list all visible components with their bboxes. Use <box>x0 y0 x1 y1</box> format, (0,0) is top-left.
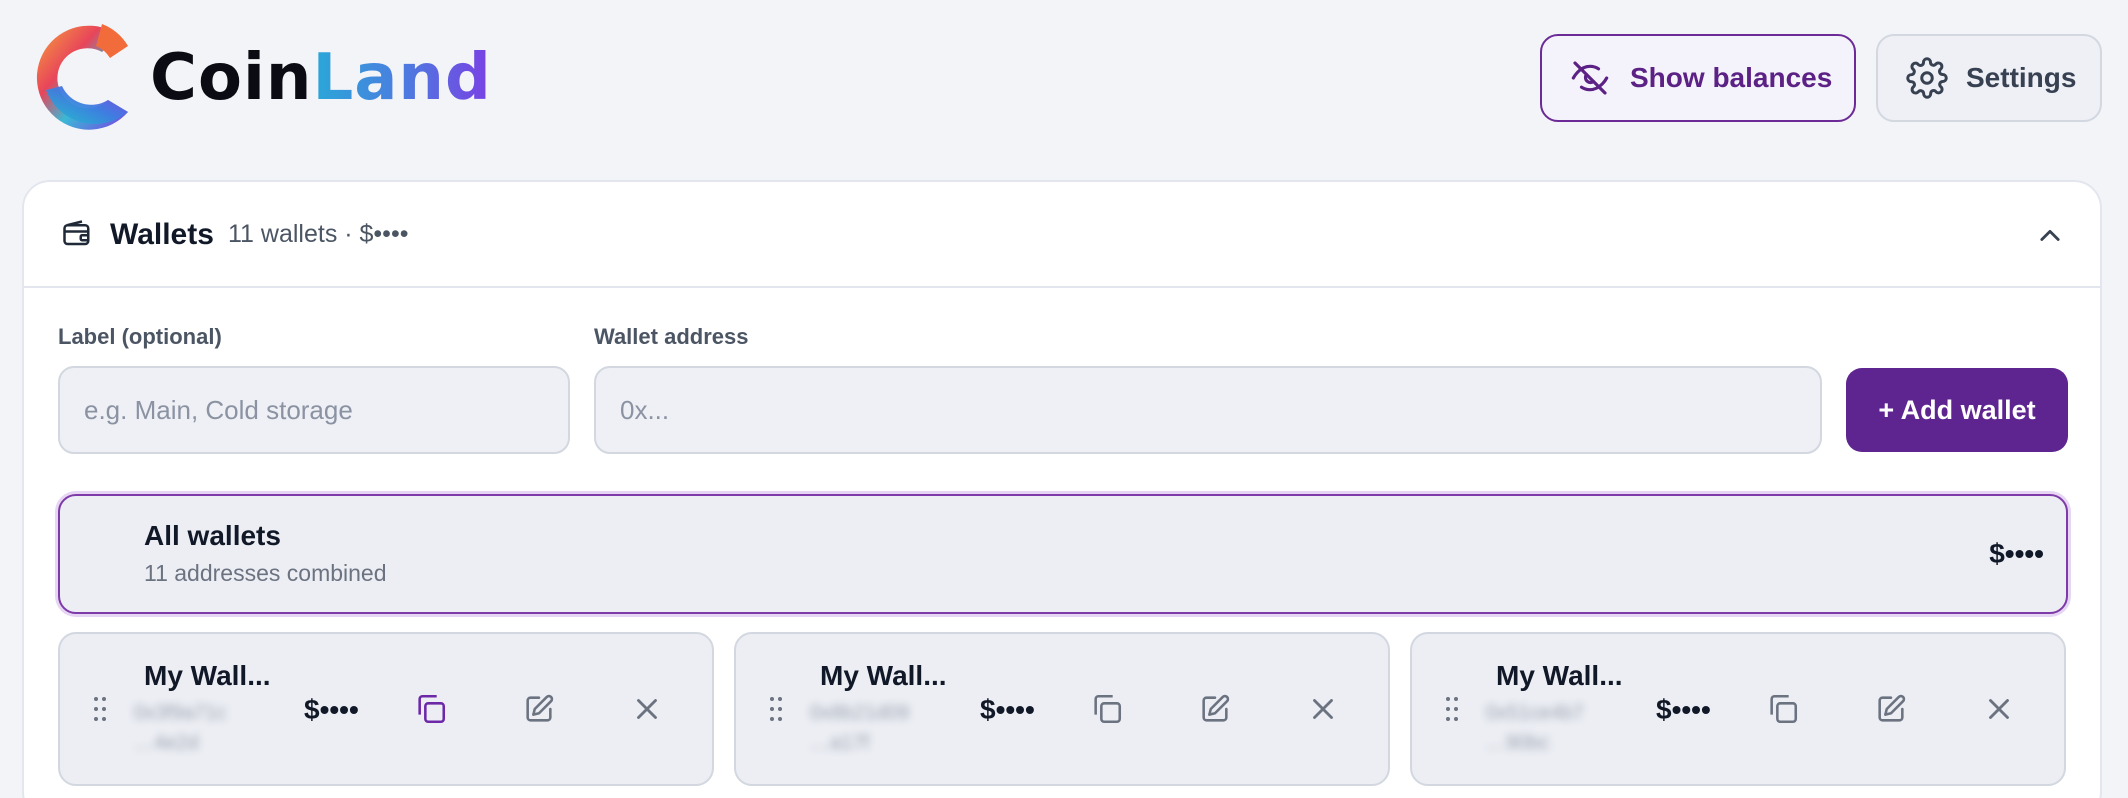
drag-handle-icon[interactable] <box>768 696 784 722</box>
chevron-up-icon[interactable] <box>2036 222 2064 250</box>
eye-off-icon <box>1571 61 1609 95</box>
header: CoinLand Show balances Settings <box>0 0 2128 160</box>
wallet-address-line-1: 0x8b21d09 <box>810 702 909 724</box>
label-field-label: Label (optional) <box>58 324 222 349</box>
wallet-balance: $•••• <box>980 694 1035 725</box>
copy-icon[interactable] <box>1090 692 1124 726</box>
wallet-address: 0x3f9a71c …4e2d <box>134 698 264 758</box>
logo-text-land: Land <box>312 41 492 115</box>
address-field-label: Wallet address <box>594 324 749 349</box>
wallet-address-line-2: …a17f <box>810 732 869 754</box>
gear-icon <box>1906 57 1948 99</box>
show-balances-label: Show balances <box>1630 62 1833 93</box>
edit-icon[interactable] <box>1198 692 1232 726</box>
wallet-balance: $•••• <box>304 694 359 725</box>
wallets-panel: Wallets 11 wallets · $•••• Label (option… <box>22 180 2102 798</box>
wallets-title: Wallets <box>110 218 214 251</box>
all-wallets-row[interactable]: All wallets 11 addresses combined $•••• <box>58 494 2068 614</box>
wallet-name: My Wall... <box>820 660 947 691</box>
edit-icon[interactable] <box>522 692 556 726</box>
drag-handle-icon[interactable] <box>92 696 108 722</box>
settings-label: Settings <box>1966 62 2077 93</box>
wallet-address: 0x51ce4b7 …90bc <box>1486 698 1616 758</box>
close-icon[interactable] <box>1982 692 2016 726</box>
settings-button[interactable]: Settings <box>1876 34 2102 122</box>
all-wallets-subtitle: 11 addresses combined <box>144 560 387 586</box>
wallet-address-line-2: …4e2d <box>134 732 199 754</box>
wallet-balance: $•••• <box>1656 694 1711 725</box>
drag-handle-icon[interactable] <box>1444 696 1460 722</box>
wallet-icon <box>63 220 90 246</box>
show-balances-button[interactable]: Show balances <box>1540 34 1856 122</box>
wallet-card[interactable]: My Wall... 0x3f9a71c …4e2d $•••• <box>58 632 714 786</box>
close-icon[interactable] <box>630 692 664 726</box>
logo-mark-icon <box>36 24 129 130</box>
all-wallets-title: All wallets <box>144 520 281 551</box>
wallets-summary: 11 wallets · $•••• <box>228 220 409 248</box>
all-wallets-balance: $•••• <box>1989 538 2044 569</box>
add-wallet-button[interactable]: + Add wallet <box>1846 368 2068 452</box>
wallet-name: My Wall... <box>144 660 271 691</box>
wallet-address-line-2: …90bc <box>1486 732 1550 754</box>
wallet-address-line-1: 0x3f9a71c <box>134 702 227 724</box>
copy-icon[interactable] <box>1766 692 1800 726</box>
wallet-address-line-1: 0x51ce4b7 <box>1486 702 1584 724</box>
page: CoinLand Show balances Settings Wallets … <box>0 0 2128 798</box>
wallet-address: 0x8b21d09 …a17f <box>810 698 940 758</box>
label-input[interactable] <box>58 366 570 454</box>
close-icon[interactable] <box>1306 692 1340 726</box>
wallets-panel-header[interactable]: Wallets 11 wallets · $•••• <box>24 182 2100 288</box>
wallet-name: My Wall... <box>1496 660 1623 691</box>
logo[interactable]: CoinLand <box>32 20 492 136</box>
edit-icon[interactable] <box>1874 692 1908 726</box>
copy-icon[interactable] <box>414 692 448 726</box>
logo-text: CoinLand <box>150 41 492 115</box>
wallet-card[interactable]: My Wall... 0x8b21d09 …a17f $•••• <box>734 632 1390 786</box>
logo-text-coin: Coin <box>150 41 313 115</box>
wallet-card[interactable]: My Wall... 0x51ce4b7 …90bc $•••• <box>1410 632 2066 786</box>
wallet-address-input[interactable] <box>594 366 1822 454</box>
